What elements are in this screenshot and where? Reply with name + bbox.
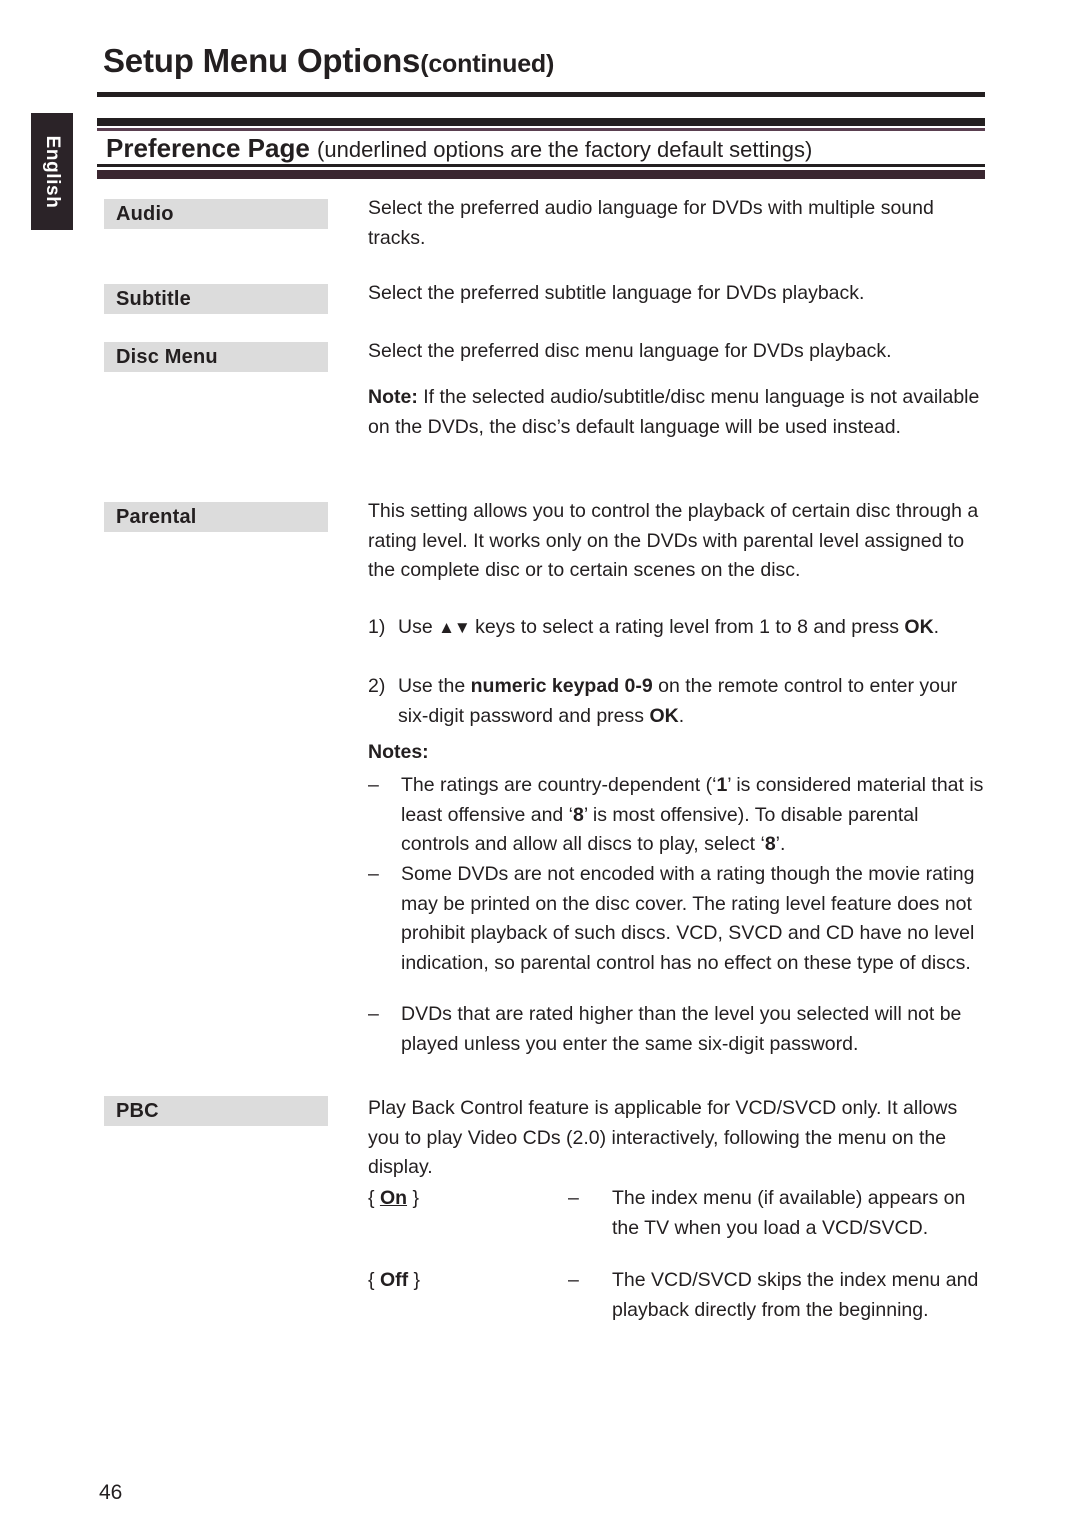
parental-note-3-paragraph: – DVDs that are rated higher than the lev…: [368, 1000, 988, 1059]
parental-step-2-text-c: .: [678, 704, 685, 727]
parental-note-2: – Some DVDs are not encoded with a rating…: [368, 860, 988, 978]
pbc-option-off-close: }: [408, 1269, 421, 1291]
row-label-pbc-text: PBC: [116, 1100, 159, 1122]
parental-note-1-paragraph: – The ratings are country-dependent (‘1’ …: [368, 771, 988, 860]
pbc-option-off-dash: –: [568, 1269, 579, 1291]
parental-note-1-rating-disable: 8: [764, 833, 776, 855]
parental-step-1: 1) Use ▲▼ keys to select a rating level f…: [368, 613, 988, 643]
pbc-option-on-close: }: [407, 1187, 419, 1209]
section-title-subtitle: (underlined options are the factory defa…: [317, 137, 813, 162]
pbc-option-on-open: {: [368, 1187, 380, 1209]
pbc-option-off-description: The VCD/SVCD skips the index menu and pl…: [612, 1269, 979, 1321]
dash-bullet-icon: –: [368, 1003, 379, 1025]
parental-step-2: 2) Use the numeric keypad 0-9 on the remo…: [368, 672, 988, 731]
audio-description-text: Select the preferred audio language for …: [368, 197, 934, 249]
section-rule-lower-thin: [97, 164, 985, 167]
parental-description-text: This setting allows you to control the p…: [368, 500, 979, 581]
section-title-text: Preference Page: [106, 133, 310, 163]
disc-menu-note-paragraph: Note: If the selected audio/subtitle/dis…: [368, 383, 988, 442]
row-description-pbc: Play Back Control feature is applicable …: [368, 1094, 988, 1183]
pbc-option-on-key: { On }: [368, 1184, 419, 1214]
disc-menu-note: Note: If the selected audio/subtitle/dis…: [368, 383, 988, 442]
language-tab: English: [31, 113, 73, 230]
parental-notes-label-text: Notes:: [368, 741, 429, 763]
page-number: 46: [99, 1481, 123, 1504]
parental-step-1-text-c: .: [933, 616, 940, 638]
parental-step-2-marker: 2): [368, 675, 386, 697]
row-label-audio-text: Audio: [116, 203, 174, 225]
parental-step-1-text-b: keys to select a rating level from 1 to …: [469, 616, 905, 638]
parental-note-2-text: Some DVDs are not encoded with a rating …: [401, 863, 975, 974]
section-rule-upper-accent: [97, 128, 985, 131]
row-label-parental-text: Parental: [116, 506, 197, 528]
note-body-text: If the selected audio/subtitle/disc menu…: [368, 386, 980, 438]
parental-step-1-text-a: Use: [398, 616, 439, 638]
row-label-subtitle: Subtitle: [104, 284, 328, 314]
row-description-parental: This setting allows you to control the p…: [368, 497, 988, 586]
parental-step-1-paragraph: 1) Use ▲▼ keys to select a rating level f…: [368, 613, 988, 643]
section-title: Preference Page (underlined options are …: [106, 133, 812, 164]
parental-note-1-a: The ratings are country-dependent (‘: [401, 774, 717, 796]
parental-step-1-ok: OK: [904, 616, 934, 638]
parental-note-1-rating-high: 8: [573, 803, 584, 826]
parental-note-1-e: ’.: [775, 833, 786, 855]
parental-step-1-marker: 1): [368, 616, 386, 638]
page-title: Setup Menu Options(continued): [103, 42, 554, 80]
row-label-audio: Audio: [104, 199, 328, 229]
parental-note-1: – The ratings are country-dependent (‘1’ …: [368, 771, 988, 860]
section-rule-upper-thick: [97, 118, 985, 126]
row-label-pbc: PBC: [104, 1096, 328, 1126]
row-description-subtitle: Select the preferred subtitle language f…: [368, 279, 988, 309]
section-rule-lower-thick: [97, 170, 985, 179]
parental-note-3: – DVDs that are rated higher than the lev…: [368, 1000, 988, 1059]
heading-rule-top: [97, 92, 985, 97]
page-title-text: Setup Menu Options: [103, 42, 421, 79]
parental-step-2-paragraph: 2) Use the numeric keypad 0-9 on the remo…: [368, 672, 988, 731]
language-tab-label: English: [42, 135, 63, 208]
row-description-audio: Select the preferred audio language for …: [368, 194, 988, 253]
pbc-description-text: Play Back Control feature is applicable …: [368, 1097, 958, 1178]
parental-step-2-ok: OK: [649, 704, 679, 727]
page-title-continued: (continued): [420, 50, 555, 78]
row-label-subtitle-text: Subtitle: [116, 288, 191, 310]
pbc-option-off-open: {: [368, 1269, 380, 1291]
up-down-arrow-icon: ▲▼: [438, 618, 471, 637]
row-label-disc-menu: Disc Menu: [104, 342, 328, 372]
parental-step-2-text-a: Use the: [398, 675, 471, 697]
subtitle-description-text: Select the preferred subtitle language f…: [368, 282, 865, 304]
pbc-option-off-value: Off: [379, 1269, 409, 1291]
disc-menu-description-text: Select the preferred disc menu language …: [368, 340, 892, 362]
pbc-option-off-key: { Off }: [368, 1266, 420, 1296]
note-label: Note:: [368, 386, 418, 408]
parental-notes-label: Notes:: [368, 738, 988, 768]
parental-step-2-keypad: numeric keypad 0-9: [470, 675, 653, 697]
dash-bullet-icon: –: [368, 774, 379, 796]
parental-note-2-paragraph: – Some DVDs are not encoded with a rating…: [368, 860, 988, 978]
pbc-option-on-description: The index menu (if available) appears on…: [612, 1187, 966, 1239]
parental-note-3-text: DVDs that are rated higher than the leve…: [401, 1003, 962, 1055]
parental-note-1-rating-low: 1: [716, 774, 728, 796]
pbc-option-on-dash: –: [568, 1187, 579, 1209]
row-description-disc-menu: Select the preferred disc menu language …: [368, 337, 988, 367]
row-label-disc-menu-text: Disc Menu: [116, 346, 218, 368]
parental-notes-heading: Notes:: [368, 738, 988, 768]
dash-bullet-icon: –: [368, 863, 379, 885]
pbc-option-on-value: On: [379, 1187, 408, 1209]
row-label-parental: Parental: [104, 502, 328, 532]
